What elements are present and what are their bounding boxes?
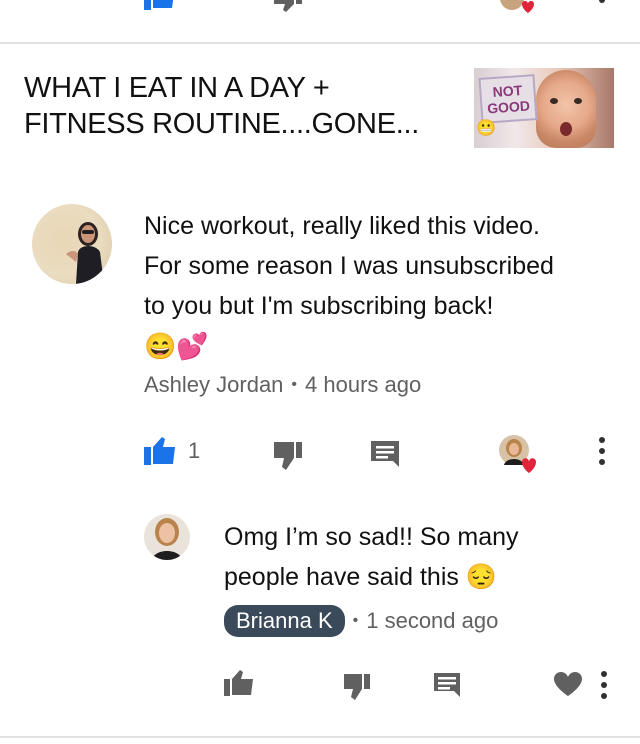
video-title-line-1: WHAT I EAT IN A DAY +	[24, 72, 330, 104]
top-divider	[0, 42, 640, 44]
commenter-photo	[66, 222, 104, 284]
reply-text-line-2: people have said this 😔	[224, 557, 604, 597]
thumbnail-badge-line-2: GOOD	[486, 97, 531, 117]
reply-emoji: 😔	[465, 563, 497, 591]
comment-text: Nice workout, really liked this video. F…	[144, 206, 624, 366]
reply-text-line-1: Omg I’m so sad!! So many	[224, 523, 519, 551]
comment-time: 4 hours ago	[305, 372, 422, 397]
comment-text-line-3: to you but I'm subscribing back!	[144, 292, 494, 320]
video-title[interactable]: WHAT I EAT IN A DAY + FITNESS ROUTINE...…	[24, 70, 444, 142]
reply-icon[interactable]	[372, 0, 398, 8]
thumbs-down-icon[interactable]	[272, 442, 304, 470]
reply-icon[interactable]	[434, 673, 460, 697]
video-title-line-2: FITNESS ROUTINE....GONE...	[24, 108, 420, 140]
more-icon[interactable]	[598, 436, 606, 466]
thumbs-up-icon[interactable]	[144, 437, 176, 465]
thumbnail-emoji: 😬	[476, 120, 496, 137]
reply-time: 1 second ago	[366, 608, 499, 633]
thumbnail-mouth	[560, 122, 572, 136]
comment-text-line-1: Nice workout, really liked this video.	[144, 212, 540, 240]
creator-heart-icon	[498, 434, 540, 476]
reply-author-chip[interactable]: Brianna K	[224, 605, 345, 637]
separator-dot: •	[291, 376, 298, 393]
thumbnail-badge: NOT GOOD	[478, 74, 538, 124]
reply-meta: Brianna K • 1 second ago	[224, 605, 498, 637]
thumbs-up-icon[interactable]	[144, 0, 176, 10]
more-icon[interactable]	[600, 670, 608, 700]
creator-heart-icon	[498, 0, 538, 20]
like-count: 1	[188, 438, 201, 463]
reply-text-line-2-words: people have said this	[224, 563, 459, 591]
commenter-avatar[interactable]	[32, 204, 112, 284]
bottom-divider	[0, 736, 640, 738]
reply-text: Omg I’m so sad!! So many people have sai…	[224, 517, 604, 597]
thumbs-down-icon[interactable]	[342, 674, 372, 700]
reply-icon[interactable]	[371, 441, 399, 467]
comment-author[interactable]: Ashley Jordan	[144, 372, 283, 398]
comment-emojis: 😄💕	[144, 331, 209, 361]
reply-author-avatar[interactable]	[144, 514, 190, 560]
video-thumbnail[interactable]: NOT GOOD 😬	[474, 68, 614, 148]
separator-dot: •	[352, 612, 359, 629]
thumbnail-face	[536, 70, 596, 148]
thumbs-up-icon[interactable]	[224, 670, 254, 696]
reply-author-photo	[152, 518, 182, 560]
comment-text-line-2: For some reason I was unsubscribed	[144, 252, 554, 280]
heart-icon[interactable]	[554, 672, 582, 696]
comment-meta: Ashley Jordan • 4 hours ago	[144, 372, 421, 398]
more-icon[interactable]	[598, 0, 606, 6]
thumbs-down-icon[interactable]	[272, 0, 304, 14]
thumbnail-eye-right	[574, 98, 582, 104]
thumbnail-eye-left	[550, 98, 558, 104]
